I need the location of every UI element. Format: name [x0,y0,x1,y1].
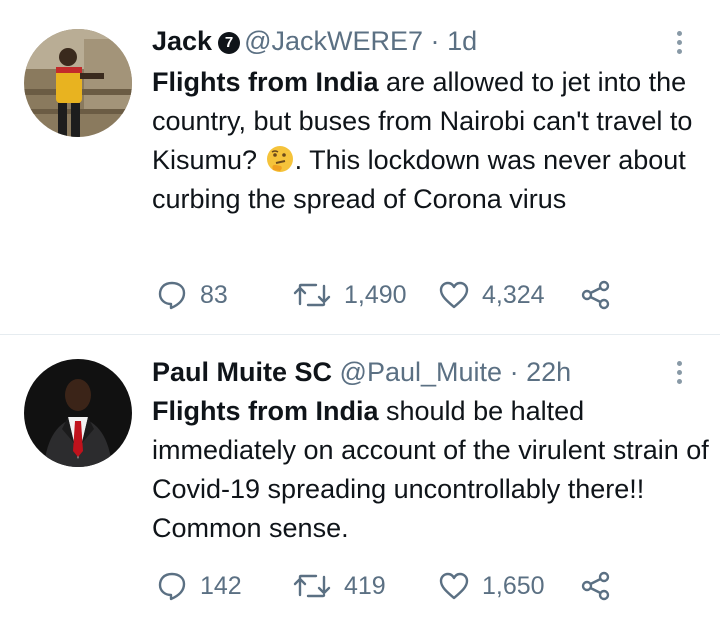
speech-bubble-icon [158,572,186,601]
like-button[interactable]: 1,650 [438,568,545,604]
retweet-icon [293,283,331,307]
tweet-text-bold: Flights from India [152,396,379,426]
heart-icon [439,572,469,600]
tweet-paul-muite[interactable]: Paul Muite SC @Paul_Muite · 22h Flights … [0,335,720,619]
retweet-button[interactable]: 1,490 [292,277,407,313]
timestamp[interactable]: 1d [447,26,477,56]
share-button[interactable] [580,568,612,604]
retweet-button[interactable]: 419 [292,568,386,604]
retweet-count: 419 [344,571,386,600]
tweet-text: Flights from India are allowed to jet in… [152,63,712,219]
share-icon [581,571,610,601]
separator-dot: · [430,26,440,56]
avatar[interactable] [24,29,132,137]
speech-bubble-icon [158,281,186,310]
reply-count: 142 [200,571,242,600]
retweet-icon [293,574,331,598]
tweet-header: Jack 7 @JackWERE7 · 1d [152,25,477,57]
author-handle[interactable]: @Paul_Muite [340,357,503,387]
avatar[interactable] [24,359,132,467]
thinking-face-emoji [266,146,293,172]
heart-icon [439,281,469,309]
like-count: 4,324 [482,280,545,309]
tweet-actions: 83 1,490 4,324 [152,277,632,313]
separator-dot: · [509,357,519,387]
reply-count: 83 [200,280,228,309]
more-vertical-icon[interactable] [674,361,684,391]
share-icon [581,280,610,310]
tweet-actions: 142 419 1,650 [152,568,632,604]
like-button[interactable]: 4,324 [438,277,545,313]
like-count: 1,650 [482,571,545,600]
timestamp[interactable]: 22h [526,357,571,387]
more-vertical-icon[interactable] [674,31,684,61]
tweet-text: Flights from India should be halted imme… [152,392,712,548]
retweet-count: 1,490 [344,280,407,309]
author-handle[interactable]: @JackWERE7 [244,26,423,56]
tweet-jack[interactable]: Jack 7 @JackWERE7 · 1d Flights from India … [0,0,720,335]
verified-badge: 7 [218,32,241,54]
author-name[interactable]: Jack [152,26,212,56]
reply-button[interactable]: 142 [156,568,242,604]
tweet-text-bold: Flights from India [152,67,379,97]
author-name[interactable]: Paul Muite SC [152,357,332,387]
reply-button[interactable]: 83 [156,277,228,313]
tweet-header: Paul Muite SC @Paul_Muite · 22h [152,356,571,388]
share-button[interactable] [580,277,612,313]
